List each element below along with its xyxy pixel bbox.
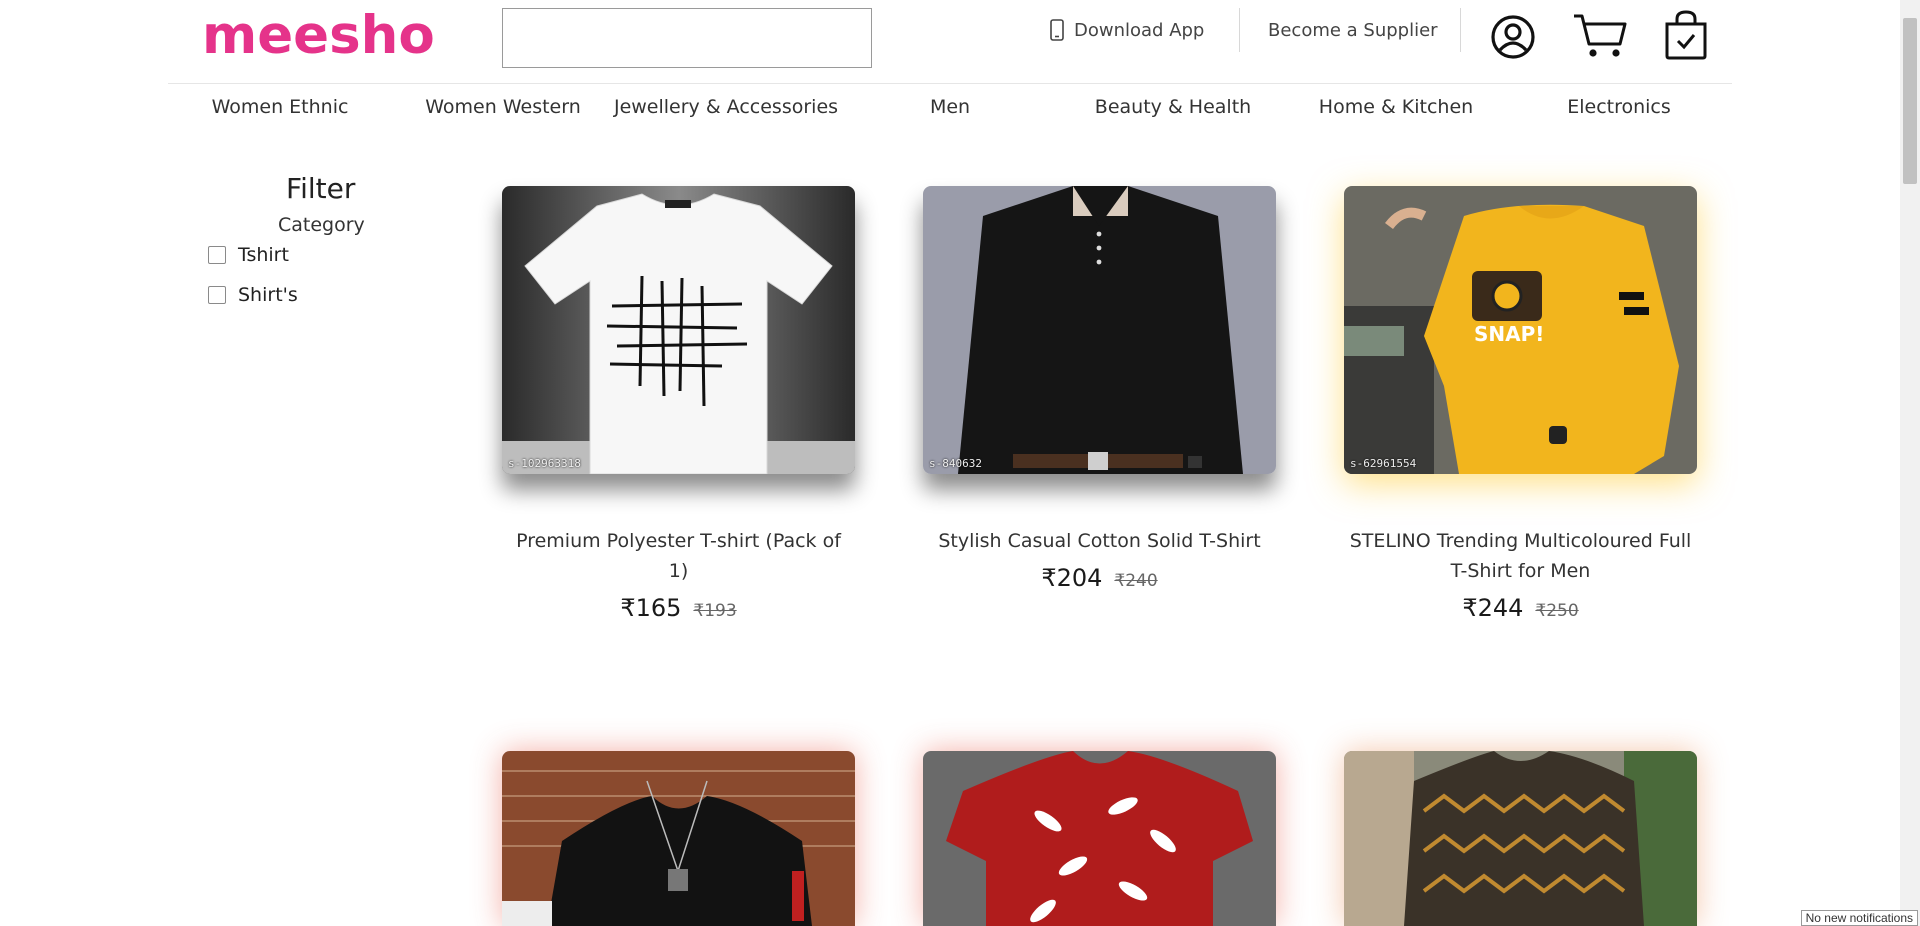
- product-image[interactable]: [923, 751, 1276, 926]
- filter-category-label: Category: [278, 214, 365, 236]
- product-card[interactable]: [502, 751, 855, 926]
- product-image[interactable]: SNAP! s-62961554: [1344, 186, 1697, 474]
- product-image[interactable]: s-840632: [923, 186, 1276, 474]
- filter-title: Filter: [286, 172, 356, 205]
- cart-icon[interactable]: [1572, 12, 1628, 64]
- product-sku: s-840632: [929, 457, 982, 470]
- product-price: ₹244 ₹250: [1344, 594, 1697, 622]
- product-image[interactable]: [1344, 751, 1697, 926]
- nav-item-women-ethnic[interactable]: Women Ethnic: [212, 96, 349, 118]
- header-divider: [1460, 8, 1461, 52]
- product-price: ₹165 ₹193: [502, 594, 855, 622]
- become-supplier-label: Become a Supplier: [1268, 19, 1438, 41]
- product-sku: s-102963318: [508, 457, 581, 470]
- header-divider: [1239, 8, 1240, 52]
- current-price: ₹165: [620, 594, 682, 622]
- download-app-link[interactable]: Download App: [1050, 18, 1204, 42]
- product-title[interactable]: STELINO Trending Multicoloured Full T-Sh…: [1344, 526, 1697, 586]
- meesho-logo[interactable]: meesho: [202, 6, 435, 66]
- filter-option-tshirt[interactable]: Tshirt: [208, 244, 289, 266]
- scrollbar-thumb[interactable]: [1903, 18, 1917, 184]
- category-nav: Women Ethnic Women Western Jewellery & A…: [168, 96, 1732, 126]
- nav-item-men[interactable]: Men: [930, 96, 970, 118]
- product-image[interactable]: [502, 751, 855, 926]
- current-price: ₹244: [1462, 594, 1524, 622]
- product-card[interactable]: s-102963318 Premium Polyester T-shirt (P…: [502, 186, 855, 622]
- site-header: meesho Download App Become a Supplier: [168, 0, 1732, 84]
- original-price: ₹250: [1535, 601, 1579, 621]
- nav-item-beauty-health[interactable]: Beauty & Health: [1095, 96, 1251, 118]
- profile-icon[interactable]: [1490, 14, 1536, 64]
- svg-text:SNAP!: SNAP!: [1474, 322, 1544, 346]
- search-input[interactable]: [502, 8, 872, 68]
- download-app-label: Download App: [1074, 19, 1205, 41]
- page-scrollbar[interactable]: [1900, 0, 1920, 926]
- tshirt-checkbox[interactable]: [208, 246, 226, 264]
- product-card[interactable]: SNAP! s-62961554 STELINO Trending Multic…: [1344, 186, 1697, 622]
- filter-option-shirts[interactable]: Shirt's: [208, 284, 298, 306]
- shirts-checkbox[interactable]: [208, 286, 226, 304]
- product-title[interactable]: Stylish Casual Cotton Solid T-Shirt: [923, 526, 1276, 556]
- nav-item-home-kitchen[interactable]: Home & Kitchen: [1319, 96, 1473, 118]
- product-card[interactable]: [1344, 751, 1697, 926]
- current-price: ₹204: [1041, 564, 1103, 592]
- product-card[interactable]: [923, 751, 1276, 926]
- product-sku: s-62961554: [1350, 457, 1417, 470]
- become-supplier-link[interactable]: Become a Supplier: [1268, 18, 1438, 42]
- filter-option-label: Shirt's: [238, 284, 298, 306]
- product-title[interactable]: Premium Polyester T-shirt (Pack of 1): [502, 526, 855, 586]
- nav-item-jewellery-accessories[interactable]: Jewellery & Accessories: [614, 96, 838, 118]
- nav-item-women-western[interactable]: Women Western: [425, 96, 581, 118]
- notification-toast: No new notifications: [1800, 910, 1918, 926]
- original-price: ₹240: [1114, 571, 1158, 591]
- original-price: ₹193: [693, 601, 737, 621]
- product-price: ₹204 ₹240: [923, 564, 1276, 592]
- product-card[interactable]: s-840632 Stylish Casual Cotton Solid T-S…: [923, 186, 1276, 592]
- product-image[interactable]: s-102963318: [502, 186, 855, 474]
- nav-item-electronics[interactable]: Electronics: [1567, 96, 1671, 118]
- mobile-phone-icon: [1050, 19, 1064, 41]
- filter-option-label: Tshirt: [238, 244, 289, 266]
- shopping-bag-icon[interactable]: [1664, 10, 1708, 64]
